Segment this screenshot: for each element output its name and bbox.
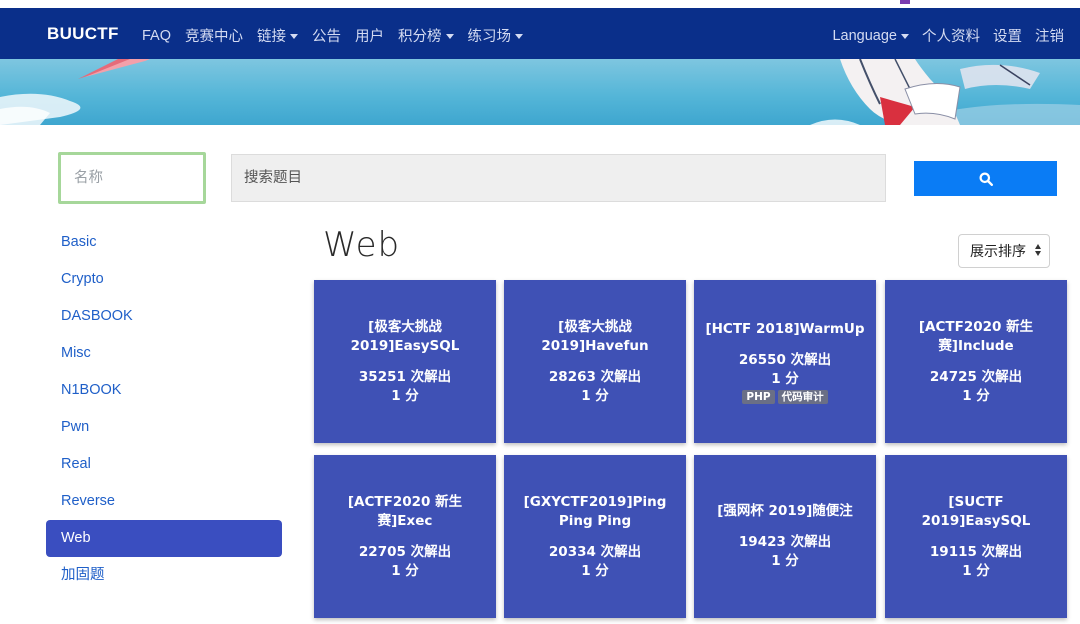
challenge-card[interactable]: [HCTF 2018]WarmUp 26550 次解出 1 分 PHP 代码审计 [694,280,876,443]
top-strip [0,0,1080,8]
challenge-card[interactable]: [GXYCTF2019]Ping Ping Ping 20334 次解出 1 分 [504,455,686,618]
challenge-title: [GXYCTF2019]Ping Ping Ping [523,493,667,529]
category-sidebar: Basic Crypto DASBOOK Misc N1BOOK Pwn Real Rever… [46,224,282,594]
nav-item-label: 个人资料 [922,29,980,45]
sidebar-item-加固题[interactable]: 加固题 [46,557,282,594]
challenge-card[interactable]: [ACTF2020 新生赛]Include 24725 次解出 1 分 [885,280,1067,443]
brand-logo[interactable]: BUUCTF [47,24,119,44]
name-filter-input[interactable] [58,152,206,204]
nav-item-label: 公告 [312,29,342,45]
challenge-solves: 20334 次解出 [548,543,642,560]
challenge-card[interactable]: [强网杯 2019]随便注 19423 次解出 1 分 [694,455,876,618]
challenge-title: [极客大挑战 2019]Havefun [541,318,649,354]
challenge-points: 1 分 [581,387,609,404]
navbar: BUUCTF FAQ 竞赛中心 链接 公告 用户 积分榜 练习场 Language 个人资料设… [0,8,1080,59]
nav-item-label: 设置 [993,29,1022,45]
challenge-points: 1 分 [391,562,419,579]
challenge-card[interactable]: [ACTF2020 新生赛]Exec 22705 次解出 1 分 [314,455,496,618]
challenge-points: 1 分 [391,387,419,404]
nav-left: FAQ 竞赛中心 链接 公告 用户 积分榜 练习场 [142,25,537,46]
challenge-points: 1 分 [771,553,799,569]
challenge-solves: 26550 次解出 [738,351,832,368]
sidebar-item-basic[interactable]: Basic [46,224,282,261]
nav-item-练习场[interactable]: 练习场 [468,25,524,46]
challenge-tag-badge: 代码审计 [777,389,828,404]
challenge-card[interactable]: [极客大挑战 2019]EasySQL 35251 次解出 1 分 [314,280,496,443]
challenge-title: [极客大挑战 2019]EasySQL [350,318,460,354]
caret-down-icon [515,33,524,39]
nav-item-label: 练习场 [467,29,512,45]
nav-item-language[interactable]: Language [832,25,909,46]
challenge-solves: 19115 次解出 [929,543,1023,560]
caret-down-icon [445,33,454,39]
challenge-points: 1 分 [962,387,990,404]
challenge-solves: 28263 次解出 [548,368,642,385]
nav-item-label: 竞赛中心 [185,29,244,45]
nav-item-链接[interactable]: 链接 [257,25,299,46]
nav-item-注销[interactable]: 注销 [1035,25,1064,46]
nav-item-用户[interactable]: 用户 [355,25,384,46]
nav-item-个人资料[interactable]: 个人资料 [922,25,980,46]
nav-item-label: 用户 [355,29,385,45]
sort-arrows-icon [1035,244,1041,256]
search-icon [979,172,993,186]
sidebar-item-pwn[interactable]: Pwn [46,409,282,446]
challenge-points: 1 分 [771,370,799,387]
sort-select[interactable]: 展示排序 [958,234,1050,268]
nav-item-公告[interactable]: 公告 [312,25,341,46]
nav-item-label: FAQ [142,27,172,44]
caret-down-icon [290,33,299,39]
sidebar-item-misc[interactable]: Misc [46,335,282,372]
challenge-solves: 22705 次解出 [358,543,452,560]
sort-select-label: 展示排序 [970,243,1026,259]
challenge-card[interactable]: [SUCTF 2019]EasySQL 19115 次解出 1 分 [885,455,1067,618]
page-title: Web [323,225,401,265]
challenge-tags: PHP 代码审计 [742,389,828,404]
banner-illustration [0,59,1080,125]
sidebar-item-reverse[interactable]: Reverse [46,483,282,520]
search-button[interactable] [914,161,1057,196]
nav-item-faq[interactable]: FAQ [142,25,171,46]
browser-accent-mark [900,0,910,4]
nav-item-label: Language [832,27,897,44]
nav-item-label: 积分榜 [398,29,442,45]
challenge-title: [HCTF 2018]WarmUp [705,320,865,337]
challenge-title: [强网杯 2019]随便注 [717,503,853,519]
challenge-card[interactable]: [极客大挑战 2019]Havefun 28263 次解出 1 分 [504,280,686,443]
challenge-tag-badge: PHP [742,389,775,404]
banner-image [0,59,1080,125]
challenge-title: [ACTF2020 新生赛]Exec [347,493,463,529]
sidebar-item-crypto[interactable]: Crypto [46,261,282,298]
challenge-title: [SUCTF 2019]EasySQL [921,493,1031,529]
nav-item-label: 注销 [1035,29,1064,45]
nav-right: Language 个人资料 设置 注销 [819,25,1064,46]
challenge-solves: 35251 次解出 [358,368,452,385]
challenge-solves: 19423 次解出 [738,534,832,550]
nav-item-label: 链接 [257,29,287,45]
nav-item-积分榜[interactable]: 积分榜 [398,25,454,46]
challenge-search-input[interactable] [231,154,886,202]
sidebar-item-real[interactable]: Real [46,446,282,483]
nav-item-设置[interactable]: 设置 [993,25,1022,46]
challenge-points: 1 分 [962,562,990,579]
challenge-points: 1 分 [581,562,609,579]
challenge-title: [ACTF2020 新生赛]Include [918,318,1034,354]
sidebar-item-n1book[interactable]: N1BOOK [46,372,282,409]
nav-item-竞赛中心[interactable]: 竞赛中心 [185,25,243,46]
sidebar-item-web[interactable]: Web [46,520,282,557]
challenge-solves: 24725 次解出 [929,368,1023,385]
sidebar-item-dasbook[interactable]: DASBOOK [46,298,282,335]
caret-down-icon [901,33,909,39]
